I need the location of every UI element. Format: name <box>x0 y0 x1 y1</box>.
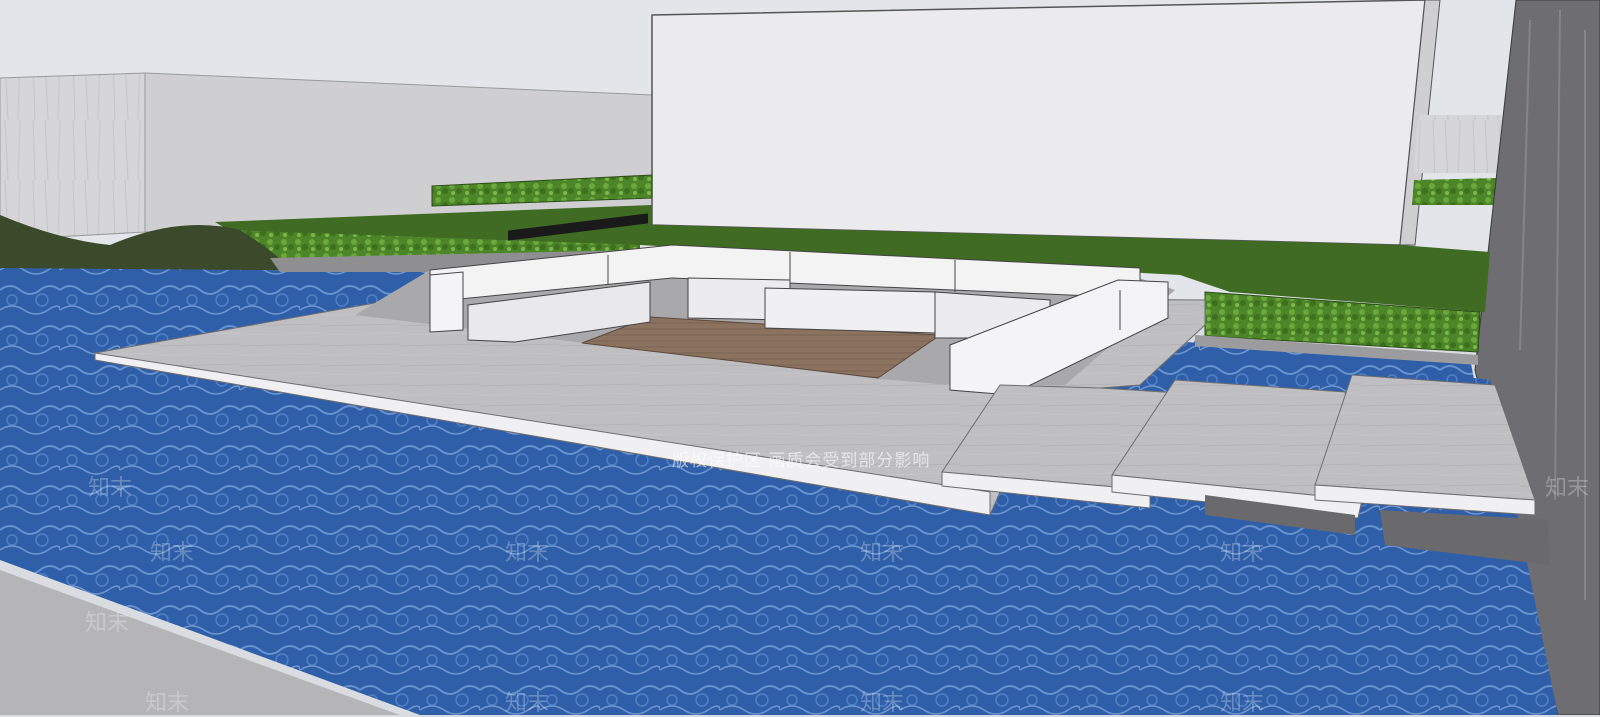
landscape-render <box>0 0 1600 715</box>
watermark-banner: 版权保护区 画质会受到部分影响 <box>672 451 931 471</box>
large-white-wall <box>651 0 1426 246</box>
distant-hedge <box>1412 178 1500 205</box>
left-marble-wall <box>0 72 146 241</box>
sofa-seat-center <box>764 287 936 334</box>
distant-marble-wall <box>1414 115 1502 173</box>
sofa-left-end <box>429 271 464 333</box>
